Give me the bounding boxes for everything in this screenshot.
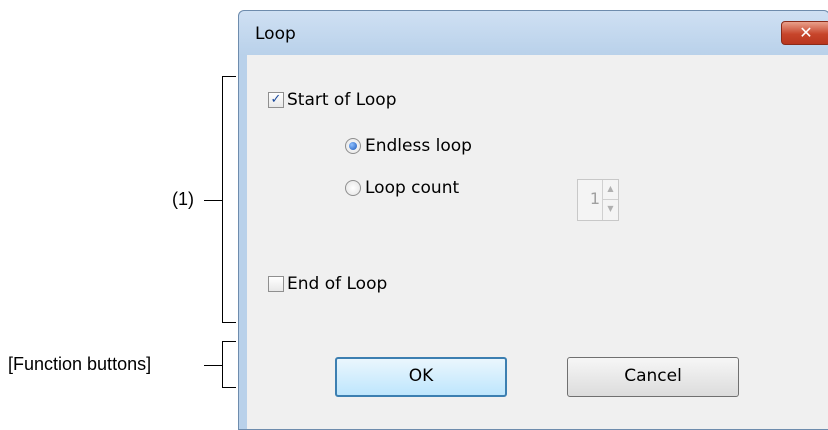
stepper-down-icon[interactable]: ▼ bbox=[603, 200, 618, 220]
loop-dialog: Loop ✕ ✓ Start of Loop Endless loop Loop… bbox=[238, 10, 828, 430]
function-buttons-tick bbox=[204, 365, 222, 366]
dialog-title: Loop bbox=[255, 24, 296, 44]
stepper-up-icon[interactable]: ▲ bbox=[603, 180, 618, 200]
checkmark-icon: ✓ bbox=[270, 92, 282, 107]
start-of-loop-label[interactable]: Start of Loop bbox=[287, 90, 397, 110]
function-buttons-label: [Function buttons] bbox=[8, 354, 152, 374]
dialog-body: ✓ Start of Loop Endless loop Loop count … bbox=[247, 55, 828, 429]
end-of-loop-label[interactable]: End of Loop bbox=[287, 274, 387, 294]
region-1-bracket bbox=[222, 76, 236, 323]
loop-count-stepper[interactable]: 1 ▲ ▼ bbox=[577, 179, 619, 221]
cancel-button[interactable]: Cancel bbox=[567, 357, 739, 397]
end-of-loop-checkbox[interactable] bbox=[268, 276, 284, 292]
start-of-loop-checkbox[interactable]: ✓ bbox=[268, 92, 284, 108]
stepper-buttons: ▲ ▼ bbox=[602, 180, 618, 220]
close-icon: ✕ bbox=[799, 23, 813, 42]
endless-loop-radio[interactable] bbox=[345, 138, 361, 154]
region-1-label: (1) bbox=[172, 189, 194, 209]
loop-count-label[interactable]: Loop count bbox=[365, 178, 459, 198]
title-bar: Loop ✕ bbox=[239, 11, 828, 55]
region-1-tick bbox=[204, 200, 222, 201]
ok-button[interactable]: OK bbox=[335, 357, 507, 397]
endless-loop-label[interactable]: Endless loop bbox=[365, 136, 472, 156]
loop-count-radio[interactable] bbox=[345, 180, 361, 196]
loop-count-value: 1 bbox=[589, 189, 600, 208]
function-buttons-bracket bbox=[222, 341, 236, 388]
close-button[interactable]: ✕ bbox=[781, 21, 828, 45]
